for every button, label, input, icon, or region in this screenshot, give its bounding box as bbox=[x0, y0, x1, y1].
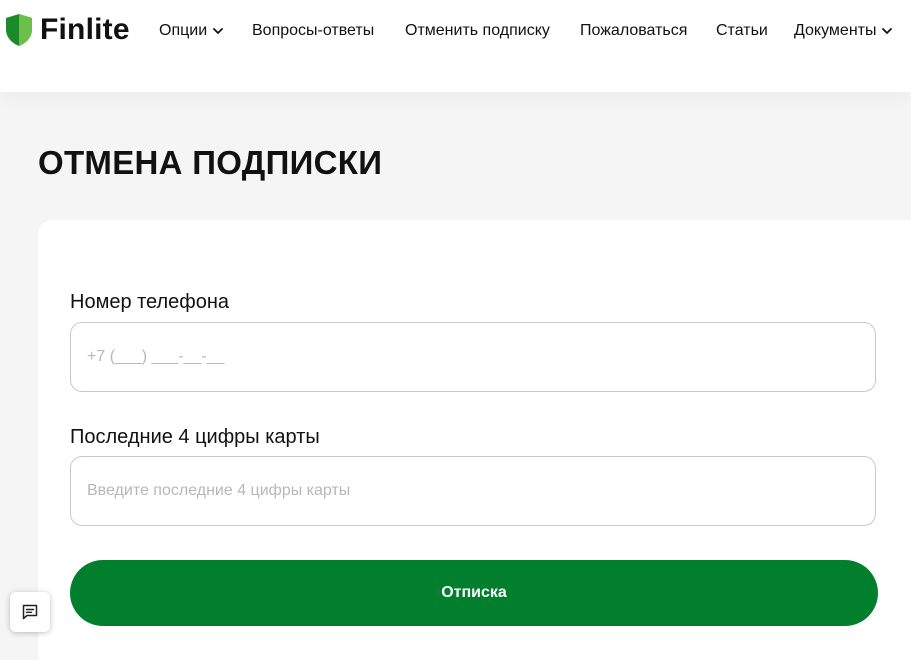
logo[interactable]: Finlite bbox=[5, 12, 130, 48]
chat-bubble-icon bbox=[22, 604, 38, 620]
nav-item-cancel-subscription[interactable]: Отменить подписку bbox=[405, 20, 550, 42]
phone-field-label: Номер телефона bbox=[70, 291, 230, 313]
nav-item-options[interactable]: Опции bbox=[159, 20, 224, 42]
nav-item-label: Вопросы-ответы bbox=[252, 22, 375, 39]
brand-name: Finlite bbox=[40, 13, 130, 46]
chat-widget-button[interactable] bbox=[10, 592, 50, 632]
nav-item-complain[interactable]: Пожаловаться bbox=[580, 20, 687, 42]
nav-item-label: Статьи bbox=[716, 22, 768, 39]
unsubscribe-button[interactable]: Отписка bbox=[70, 560, 878, 626]
nav-item-label: Пожаловаться bbox=[580, 22, 688, 39]
nav-item-articles[interactable]: Статьи bbox=[716, 20, 768, 42]
page-title: ОТМЕНА ПОДПИСКИ bbox=[38, 144, 383, 181]
shield-logo-icon bbox=[6, 14, 32, 46]
unsubscribe-form-card: Номер телефона Последние 4 цифры карты О… bbox=[38, 220, 911, 660]
phone-input[interactable] bbox=[70, 322, 876, 392]
site-header: Finlite Опции Вопросы-ответы Отменить по… bbox=[0, 0, 911, 92]
nav-item-faq[interactable]: Вопросы-ответы bbox=[252, 20, 374, 42]
nav-item-label: Опции bbox=[159, 22, 208, 39]
chevron-down-icon bbox=[882, 27, 893, 35]
nav-item-documents[interactable]: Документы bbox=[794, 20, 893, 42]
card-digits-input[interactable] bbox=[70, 456, 876, 526]
card-digits-field-label: Последние 4 цифры карты bbox=[70, 426, 320, 448]
nav-item-label: Документы bbox=[794, 22, 877, 39]
chevron-down-icon bbox=[213, 27, 224, 35]
nav-item-label: Отменить подписку bbox=[405, 22, 550, 39]
